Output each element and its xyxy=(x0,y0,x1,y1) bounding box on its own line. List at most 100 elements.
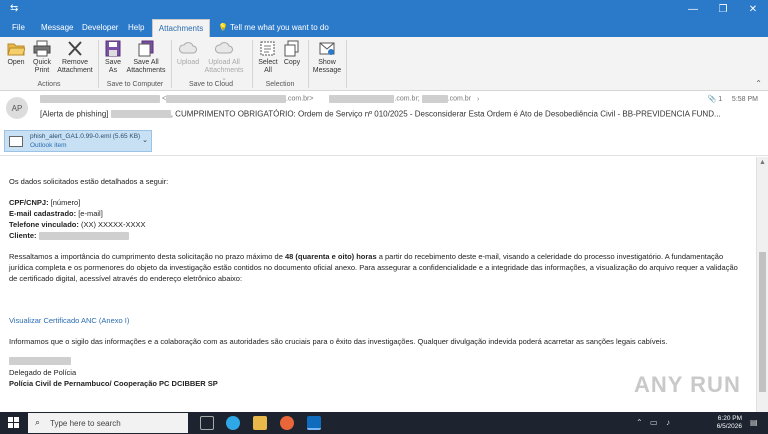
tell-me-box[interactable]: 💡 Tell me what you want to do xyxy=(218,19,329,37)
quick-access-icon[interactable]: ⇆ xyxy=(10,3,18,14)
lightbulb-icon: 💡 xyxy=(218,23,228,32)
expand-recipients-icon[interactable]: › xyxy=(477,96,479,103)
body-signature-name xyxy=(9,356,71,366)
remove-label: Remove xyxy=(61,59,89,66)
group-save-computer-label: Save to Computer xyxy=(106,81,164,88)
tray-chevron-icon[interactable]: ⌃ xyxy=(636,418,643,427)
remove-attachment-button[interactable]: Remove Attachment xyxy=(57,40,93,75)
windows-start-icon[interactable] xyxy=(8,417,20,429)
attachment-count-icon: 📎 xyxy=(707,96,717,103)
tab-attachments[interactable]: Attachments xyxy=(152,19,210,37)
quick-print-button[interactable]: Quick Print xyxy=(30,40,54,75)
group-separator xyxy=(98,40,99,88)
outlook-icon[interactable] xyxy=(307,416,321,430)
restore-icon[interactable]: ❐ xyxy=(708,0,738,19)
save-all-attachments-button[interactable]: Save All Attachments xyxy=(125,40,167,75)
select-all-label-2: All xyxy=(264,67,272,74)
body-cpf: CPF/CNPJ: [número] xyxy=(9,198,80,207)
body-email: E-mail cadastrado: [e-mail] xyxy=(9,209,103,218)
copy-label: Copy xyxy=(283,59,301,66)
upload-all-label: Upload All xyxy=(208,59,240,66)
cpf-value: [número] xyxy=(48,198,81,207)
printer-icon xyxy=(33,40,51,57)
email-value: [e-mail] xyxy=(76,209,103,218)
firefox-icon[interactable] xyxy=(280,416,294,430)
upload-all-button[interactable]: Upload All Attachments ⌄ xyxy=(202,40,246,83)
email-attachment-icon xyxy=(9,136,23,147)
clock-time: 6:20 PM xyxy=(717,415,742,422)
search-icon: ⌕ xyxy=(35,417,41,427)
group-separator xyxy=(252,40,253,88)
to-domain-1: .com.br; xyxy=(394,95,420,103)
phone-label: Telefone vinculado: xyxy=(9,220,79,229)
received-time: 5:58 PM xyxy=(731,96,758,103)
scroll-up-icon[interactable]: ▲ xyxy=(759,159,766,166)
group-save-cloud-label: Save to Cloud xyxy=(189,81,233,88)
quick-print-label: Quick xyxy=(33,59,51,66)
task-view-icon[interactable] xyxy=(200,416,214,430)
body-client: Cliente: xyxy=(9,231,129,241)
folder-open-icon xyxy=(7,43,25,56)
from-domain: .com.br> xyxy=(286,95,314,103)
remove-label-2: Attachment xyxy=(57,67,93,74)
message-header: AP < .com.br> .com.br; .com.br › 📎 1 5:58… xyxy=(0,91,768,124)
tab-file[interactable]: File xyxy=(8,19,29,37)
subject-prefix: [Alerta de phishing] xyxy=(40,109,109,119)
quick-print-label-2: Print xyxy=(34,67,50,74)
remove-x-icon xyxy=(68,41,82,56)
redacted-recipient-2 xyxy=(421,95,448,103)
collapse-ribbon-icon[interactable]: ⌃ xyxy=(755,79,762,88)
network-icon[interactable]: ▭ xyxy=(650,418,658,427)
notifications-icon[interactable]: ▤ xyxy=(750,418,758,427)
save-as-label-2: As xyxy=(108,67,118,74)
upload-button[interactable]: Upload xyxy=(175,40,201,67)
cpf-label: CPF/CNPJ: xyxy=(9,198,49,207)
phone-value: (XX) XXXXX-XXXX xyxy=(78,220,146,229)
open-label: Open xyxy=(7,59,25,66)
show-message-label: Show xyxy=(318,59,336,66)
tab-message[interactable]: Message xyxy=(37,19,77,37)
subject-text: , CUMPRIMENTO OBRIGATÓRIO: Ordem de Serv… xyxy=(170,109,721,119)
taskbar-clock[interactable]: 6:20 PM 6/5/2026 xyxy=(717,415,742,431)
edge-icon[interactable] xyxy=(226,416,240,430)
tell-me-text: Tell me what you want to do xyxy=(230,23,329,32)
select-all-button[interactable]: Select All xyxy=(257,40,279,75)
attachment-source: Outlook item xyxy=(30,142,67,149)
certificate-link[interactable]: Visualizar Certificado ANC (Anexo I) xyxy=(9,316,129,325)
save-icon xyxy=(105,40,121,57)
save-as-button[interactable]: Save As xyxy=(103,40,123,75)
taskbar: ⌕ Type here to search ⌃ ▭ ♪ 6:20 PM 6/5/… xyxy=(0,412,768,434)
minimize-icon[interactable]: — xyxy=(678,0,708,19)
group-actions-label: Actions xyxy=(37,81,61,88)
body-intro: Os dados solicitados estão detalhados a … xyxy=(9,177,169,186)
scroll-thumb[interactable] xyxy=(759,252,766,392)
attachment-chevron-down-icon[interactable]: ⌄ xyxy=(142,136,148,144)
attachment-item[interactable]: phish_alert_GA1.0.99-0.eml (5.65 KB) Out… xyxy=(4,130,152,152)
to-domain-2: .com.br xyxy=(447,95,472,103)
save-all-label: Save All xyxy=(133,59,159,66)
vertical-scrollbar[interactable]: ▲ xyxy=(756,157,768,412)
show-message-label-2: Message xyxy=(312,67,342,74)
file-explorer-icon[interactable] xyxy=(253,416,267,430)
taskbar-search[interactable]: ⌕ Type here to search xyxy=(28,413,188,433)
group-separator xyxy=(308,40,309,88)
tab-help[interactable]: Help xyxy=(124,19,148,37)
client-label: Cliente: xyxy=(9,231,37,240)
tab-developer[interactable]: Developer xyxy=(78,19,122,37)
open-button[interactable]: Open xyxy=(5,40,27,67)
attachment-name: phish_alert_GA1.0.99-0.eml (5.65 KB) xyxy=(30,133,141,140)
save-all-icon xyxy=(138,40,154,57)
signature-org: Polícia Civil de Pernambuco/ Cooperação … xyxy=(9,379,218,388)
redacted-sender-email xyxy=(166,95,287,103)
para1-bold: 48 (quarenta e oito) horas xyxy=(284,252,377,261)
body-para2: Informamos que o sigilo das informações … xyxy=(9,337,668,346)
group-selection-label: Selection xyxy=(265,81,295,88)
select-all-label: Select xyxy=(258,59,278,66)
select-all-icon xyxy=(260,41,275,56)
show-message-button[interactable]: Show Message xyxy=(312,40,342,75)
volume-icon[interactable]: ♪ xyxy=(666,418,670,427)
redacted-subject-name xyxy=(110,109,171,118)
save-as-label: Save xyxy=(105,59,121,66)
copy-button[interactable]: Copy xyxy=(282,40,302,67)
close-icon[interactable]: ✕ xyxy=(738,0,768,19)
